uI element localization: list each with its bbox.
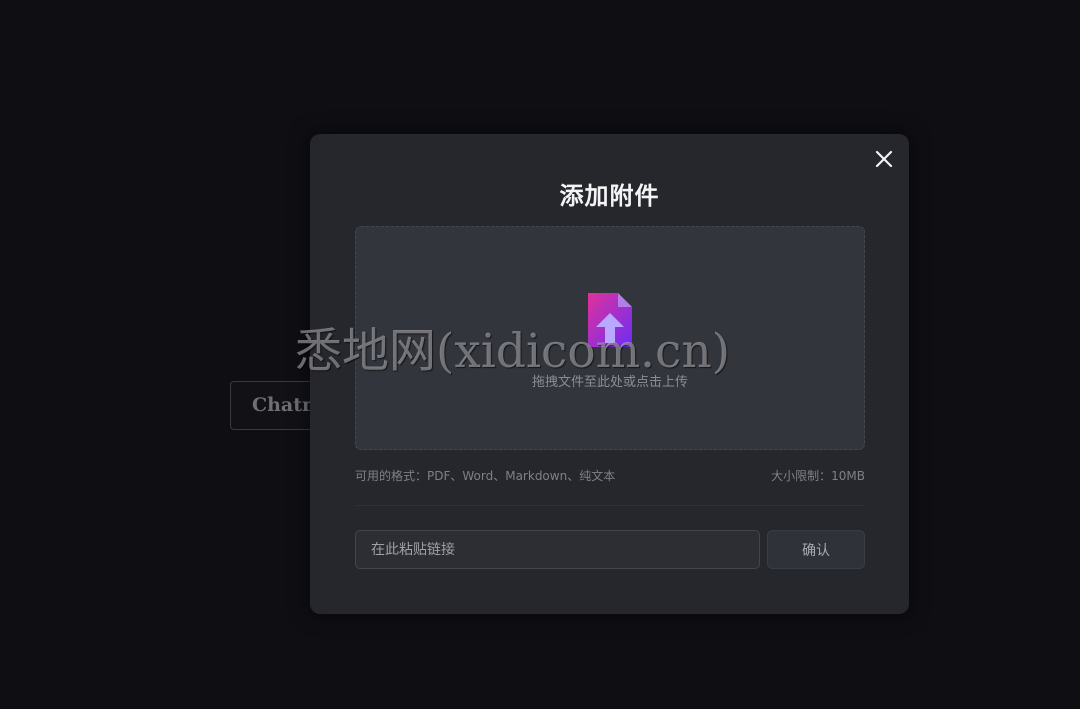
dropzone-hint: 拖拽文件至此处或点击上传 (531, 375, 688, 390)
divider (355, 505, 865, 506)
close-icon (875, 150, 893, 168)
modal-title: 添加附件 (559, 182, 660, 210)
link-input[interactable] (355, 530, 760, 569)
confirm-button[interactable]: 确认 (767, 530, 865, 569)
supported-formats: 可用的格式：PDF、Word、Markdown、纯文本 (355, 469, 616, 483)
add-attachment-modal: 添加附件 拖拽文件至此处或点击上传 可用的格式：PDF、Word、Markdow… (310, 134, 909, 614)
size-limit: 大小限制：10MB (771, 469, 865, 483)
file-dropzone[interactable]: 拖拽文件至此处或点击上传 (355, 226, 865, 450)
close-button[interactable] (875, 150, 893, 168)
file-upload-icon (588, 293, 632, 347)
